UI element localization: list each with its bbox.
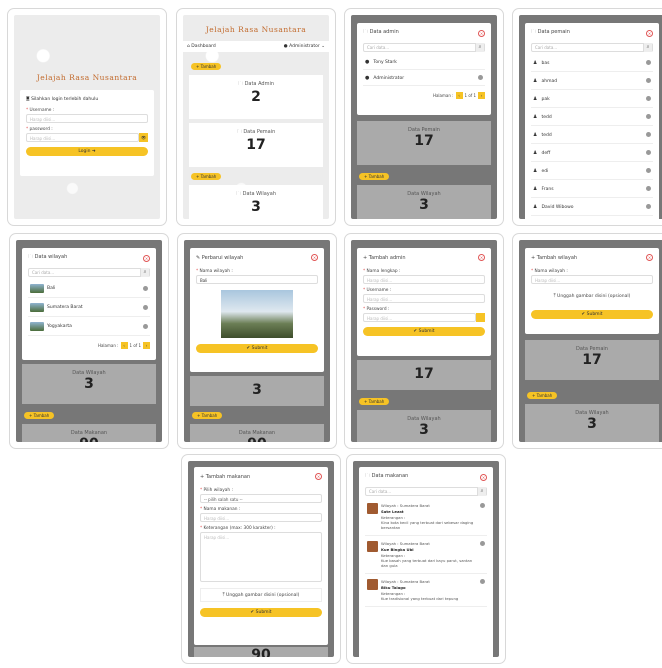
delete-icon[interactable] bbox=[646, 186, 651, 191]
close-icon[interactable]: × bbox=[646, 254, 653, 261]
list-item: ♟ edi bbox=[531, 162, 653, 180]
close-icon[interactable]: × bbox=[478, 29, 485, 37]
user-icon: ♟ bbox=[533, 95, 538, 102]
close-icon[interactable]: × bbox=[480, 473, 487, 481]
submit-button[interactable]: ✔ Submit bbox=[200, 608, 322, 617]
login-button[interactable]: Login ➜ bbox=[26, 147, 148, 156]
delete-icon[interactable] bbox=[646, 168, 651, 173]
app-title: Jelajah Rasa Nusantara bbox=[36, 73, 138, 82]
close-icon[interactable]: × bbox=[646, 29, 653, 37]
user-icon: ♟ bbox=[533, 167, 538, 174]
delete-icon[interactable] bbox=[646, 78, 651, 83]
search-input[interactable]: Cari data... ⌕ bbox=[363, 43, 485, 52]
edit-wilayah-card: ✎ Perbarui wilayah × * Nama wilayah : Bal… bbox=[177, 233, 337, 449]
delete-icon[interactable] bbox=[646, 60, 651, 65]
nama-lengkap-input[interactable]: Harap diisi... bbox=[363, 275, 485, 284]
list-item: ♟ tedd bbox=[531, 126, 653, 144]
password-input[interactable]: Harap diisi... bbox=[26, 133, 139, 142]
nav-admin[interactable]: ● Administrator ⌄ bbox=[284, 44, 325, 49]
tambah-wilayah-card: + Tambah wilayah × * Nama wilayah : Harap… bbox=[512, 233, 662, 449]
dashboard-card: Jelajah Rasa Nusantara ⌂ Dashboard ● Adm… bbox=[176, 8, 336, 226]
upload-button[interactable]: ⤒ Unggah gambar disini (opsional) bbox=[200, 588, 322, 602]
list-item: Wilayah : Sumatera Barat Sate Lezat Ketera… bbox=[365, 498, 487, 536]
user-icon: ♟ bbox=[533, 59, 538, 66]
makanan-modal-card: 🗀 Data makanan × Cari data... ⌕ Wilayah : … bbox=[346, 454, 506, 664]
user-icon: ♟ bbox=[533, 203, 538, 210]
list-item: Wilayah : Sumatera Barat Biku Talago Keter… bbox=[365, 574, 487, 607]
nama-makanan-input[interactable]: Harap diisi... bbox=[200, 513, 322, 522]
nama-wilayah-input[interactable]: Bali bbox=[196, 275, 318, 284]
eye-icon[interactable]: 👁 bbox=[139, 133, 148, 142]
delete-icon[interactable] bbox=[646, 204, 651, 209]
close-icon[interactable]: × bbox=[311, 254, 318, 261]
nav-dashboard[interactable]: ⌂ Dashboard bbox=[187, 44, 216, 49]
delete-icon[interactable] bbox=[480, 579, 485, 584]
list-item: ♟ tedd bbox=[531, 108, 653, 126]
admin-modal-card: 🗀 Data admin × Cari data... ⌕ ● Tony Stark … bbox=[344, 8, 504, 226]
list-item: ♟ Frans bbox=[531, 180, 653, 198]
keterangan-textarea[interactable]: Harap diisi... bbox=[200, 532, 322, 582]
user-icon: ♟ bbox=[533, 113, 538, 120]
tambah-admin-button[interactable]: + Tambah bbox=[191, 63, 222, 70]
submit-button[interactable]: ✔ Submit bbox=[531, 310, 653, 319]
close-icon[interactable]: × bbox=[478, 254, 485, 261]
food-image bbox=[367, 579, 378, 590]
delete-icon[interactable] bbox=[646, 96, 651, 101]
wilayah-select[interactable]: -- pilih salah satu -- bbox=[200, 494, 322, 503]
list-item: ♟ ahmad bbox=[531, 72, 653, 90]
user-icon: ♟ bbox=[533, 131, 538, 138]
user-icon: ♟ bbox=[533, 185, 538, 192]
tambah-makanan-card: + Tambah makanan × * Pilih wilayah : -- p… bbox=[181, 454, 341, 664]
next-page-button[interactable]: › bbox=[478, 92, 485, 99]
login-card: Jelajah Rasa Nusantara 🗏 Silahkan login … bbox=[7, 8, 167, 226]
search-icon: ⌕ bbox=[475, 43, 484, 52]
delete-icon[interactable] bbox=[646, 132, 651, 137]
food-image bbox=[367, 541, 378, 552]
wilayah-image bbox=[221, 290, 293, 338]
delete-icon[interactable] bbox=[646, 150, 651, 155]
prev-page-button[interactable]: ‹ bbox=[455, 92, 463, 99]
username-input[interactable]: Harap diisi... bbox=[363, 294, 485, 303]
tambah-wilayah-button[interactable]: + Tambah bbox=[191, 173, 222, 180]
list-item: Wilayah : Sumatera Barat Kue Bingka Ubi Ke… bbox=[365, 536, 487, 574]
pemain-modal-card: 🗀 Data pemain × Cari data... ⌕ ♟ bas ♟ ahmad ♟… bbox=[512, 8, 662, 226]
login-prompt: 🗏 Silahkan login terlebih dahulu bbox=[26, 97, 99, 102]
close-icon[interactable]: × bbox=[143, 254, 150, 262]
eye-icon[interactable] bbox=[476, 313, 485, 322]
nama-wilayah-input[interactable]: Harap diisi... bbox=[531, 275, 653, 284]
submit-button[interactable]: ✔ Submit bbox=[363, 327, 485, 336]
food-image bbox=[367, 503, 378, 514]
list-item: ♟ bas bbox=[531, 54, 653, 72]
username-input[interactable]: Harap diisi... bbox=[26, 114, 148, 123]
user-icon: ♟ bbox=[533, 149, 538, 156]
list-item: ● Tony Stark bbox=[363, 54, 485, 70]
list-item: ● Administrator bbox=[363, 70, 485, 86]
list-item: ♟ pak bbox=[531, 90, 653, 108]
search-input[interactable]: Cari data... ⌕ bbox=[365, 487, 487, 496]
delete-icon[interactable] bbox=[646, 114, 651, 119]
list-item: ♟ David Wibowo bbox=[531, 198, 653, 216]
user-icon: ♟ bbox=[533, 77, 538, 84]
tambah-admin-card: + Tambah admin × * Nama lengkap : Harap d… bbox=[344, 233, 504, 449]
close-icon[interactable]: × bbox=[315, 473, 322, 480]
list-item: ♟ deff bbox=[531, 144, 653, 162]
delete-icon[interactable] bbox=[478, 75, 483, 80]
submit-button[interactable]: ✔ Submit bbox=[196, 344, 318, 353]
upload-button[interactable]: ⤒ Unggah gambar disini (opsional) bbox=[531, 290, 653, 304]
search-input[interactable]: Cari data... ⌕ bbox=[28, 268, 150, 277]
delete-icon[interactable] bbox=[480, 541, 485, 546]
password-input[interactable]: Harap diisi... bbox=[363, 313, 476, 322]
delete-icon[interactable] bbox=[480, 503, 485, 508]
search-input[interactable]: Cari data... ⌕ bbox=[531, 43, 653, 52]
wilayah-modal-card: 🗀 Data wilayah × Cari data... ⌕ Bali Sumat… bbox=[9, 233, 169, 449]
